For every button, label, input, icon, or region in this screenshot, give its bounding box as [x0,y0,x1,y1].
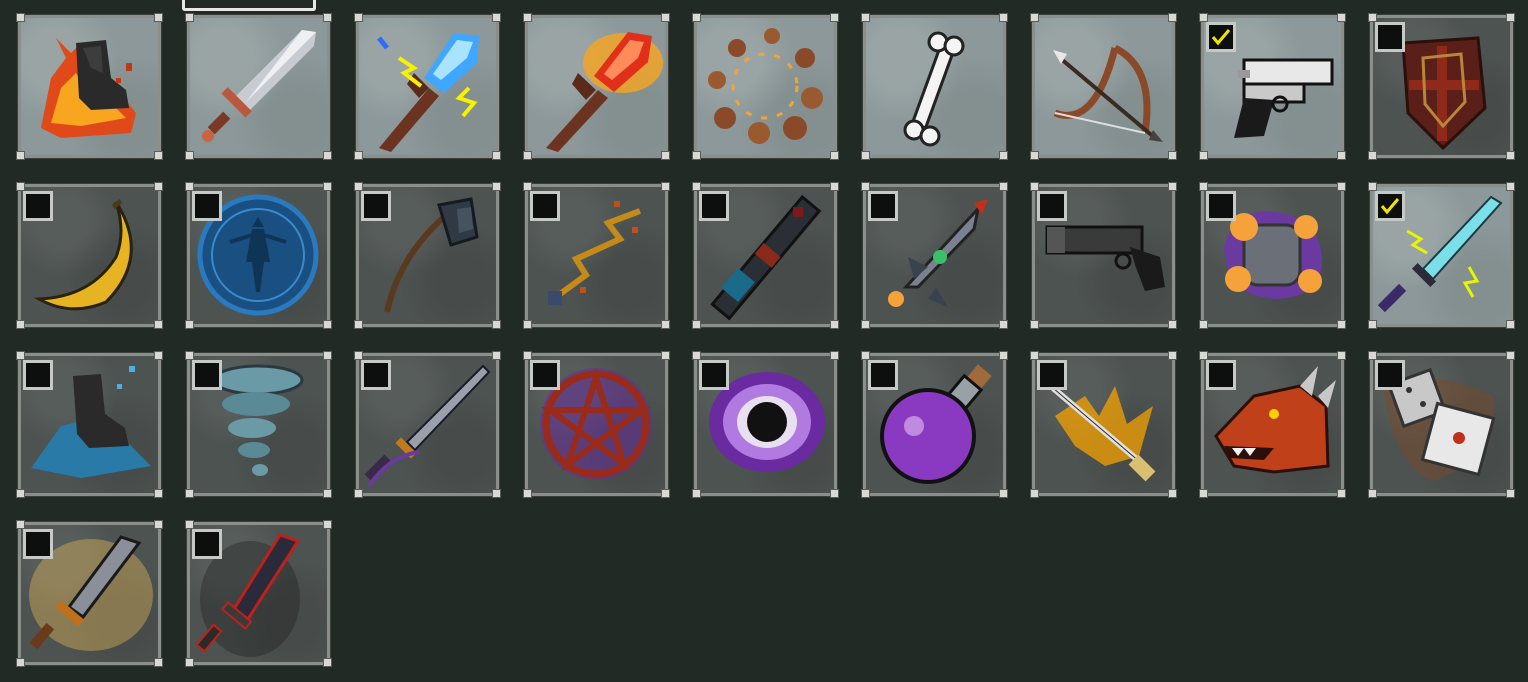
checkbox-unchecked[interactable] [1375,22,1405,52]
item-slot[interactable] [523,351,670,498]
item-slot[interactable] [861,182,1008,329]
checkbox-unchecked[interactable] [1206,191,1236,221]
item-slot[interactable] [1030,182,1177,329]
item-slot[interactable] [185,13,332,160]
steel-sword-icon [190,18,327,155]
item-slot[interactable] [16,182,163,329]
item-slot[interactable] [16,520,163,667]
item-slot[interactable] [1199,13,1346,160]
checkbox-unchecked[interactable] [23,529,53,559]
checkbox-unchecked[interactable] [192,360,222,390]
item-slot[interactable] [1030,351,1177,498]
item-slot[interactable] [1199,182,1346,329]
item-slot[interactable] [523,13,670,160]
item-slot[interactable] [692,182,839,329]
item-slot[interactable] [861,351,1008,498]
checkbox-unchecked[interactable] [23,191,53,221]
item-slot[interactable] [16,351,163,498]
item-collection-screen [0,0,1528,682]
item-slot[interactable] [692,351,839,498]
checkmark-icon [1380,198,1400,215]
checkbox-checked[interactable] [1206,22,1236,52]
checkbox-checked[interactable] [1375,191,1405,221]
checkbox-unchecked[interactable] [361,360,391,390]
checkbox-unchecked[interactable] [1206,360,1236,390]
lightning-staff-icon [359,18,496,155]
item-slot[interactable] [354,182,501,329]
item-grid [16,13,1515,667]
item-slot[interactable] [185,520,332,667]
top-tab-bracket [182,0,316,11]
item-slot[interactable] [354,351,501,498]
item-slot[interactable] [1030,13,1177,160]
item-slot[interactable] [1368,351,1515,498]
item-slot[interactable] [185,182,332,329]
checkbox-unchecked[interactable] [530,191,560,221]
item-slot[interactable] [692,13,839,160]
item-slot[interactable] [1199,351,1346,498]
checkbox-unchecked[interactable] [1037,360,1067,390]
bone-icon [866,18,1003,155]
crossbow-icon [1035,18,1172,155]
checkbox-unchecked[interactable] [868,191,898,221]
item-slot[interactable] [1368,182,1515,329]
checkbox-unchecked[interactable] [530,360,560,390]
checkbox-unchecked[interactable] [1037,191,1067,221]
checkmark-icon [1211,29,1231,46]
checkbox-unchecked[interactable] [192,529,222,559]
fire-staff-icon [528,18,665,155]
checkbox-unchecked[interactable] [868,360,898,390]
orbiting-rocks-icon [697,18,834,155]
checkbox-unchecked[interactable] [361,191,391,221]
item-slot[interactable] [1368,13,1515,160]
item-slot[interactable] [861,13,1008,160]
checkbox-unchecked[interactable] [699,191,729,221]
checkbox-unchecked[interactable] [192,191,222,221]
checkbox-unchecked[interactable] [23,360,53,390]
checkbox-unchecked[interactable] [699,360,729,390]
item-slot[interactable] [185,351,332,498]
item-slot[interactable] [523,182,670,329]
flaming-boot-icon [21,18,158,155]
checkbox-unchecked[interactable] [1375,360,1405,390]
item-slot[interactable] [16,13,163,160]
item-slot[interactable] [354,13,501,160]
